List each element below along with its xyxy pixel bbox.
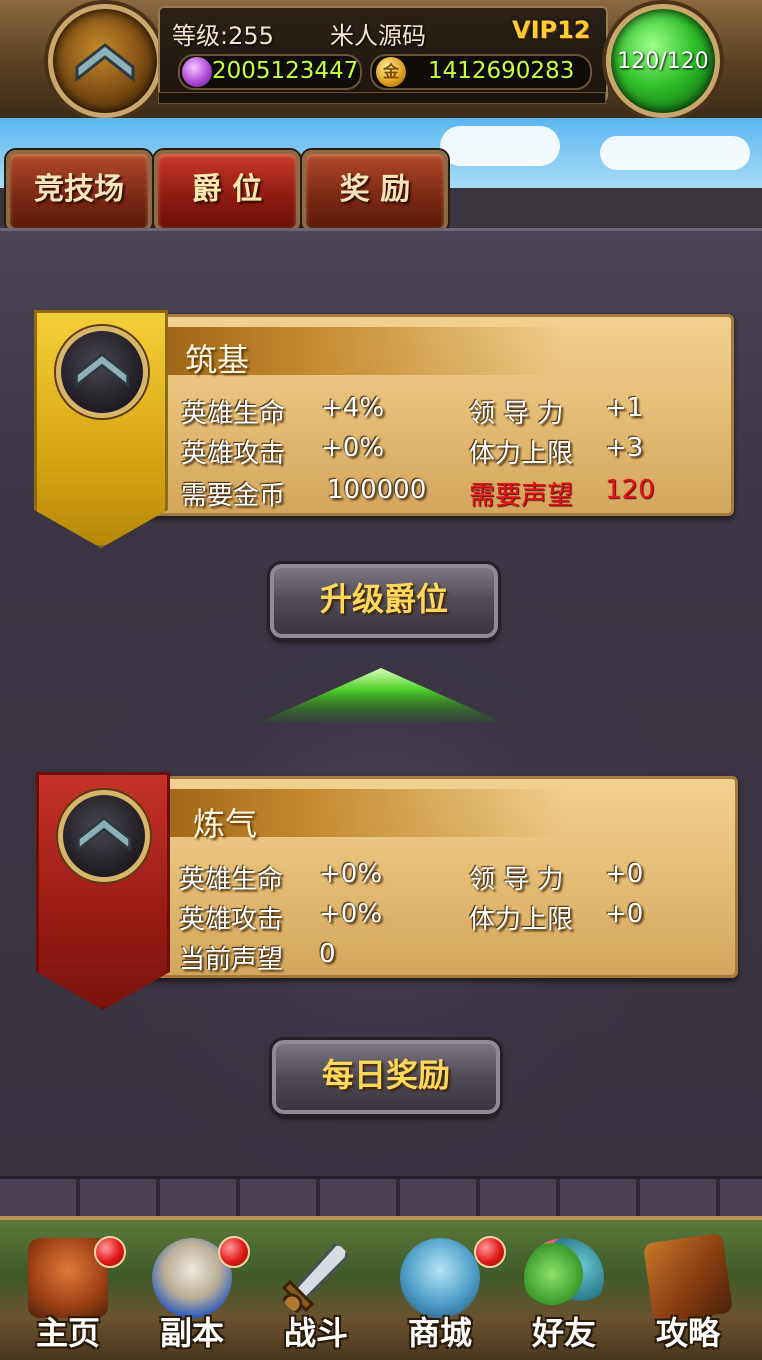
- daily-reward-button[interactable]: 每日奖励: [272, 1040, 500, 1114]
- nav-shop[interactable]: 商城: [378, 1216, 506, 1356]
- rank-chevron-icon: [76, 816, 132, 853]
- nav-label: 攻略: [655, 1314, 720, 1352]
- upgrade-rank-button[interactable]: 升级爵位: [270, 564, 498, 638]
- sword-icon: [281, 1242, 350, 1315]
- nav-label: 商城: [407, 1314, 472, 1352]
- nav-guide[interactable]: 攻略: [626, 1216, 750, 1356]
- notification-badge: [94, 1236, 126, 1268]
- tab-arena[interactable]: 竞技场: [6, 150, 152, 232]
- cloud: [440, 126, 560, 166]
- stat-label: 英雄生命: [179, 865, 284, 895]
- coin-icon: 金: [376, 57, 406, 87]
- current-rank-title: 炼气: [193, 805, 258, 843]
- stat-label: 领 导 力: [469, 865, 564, 895]
- stat-label: 英雄攻击: [179, 905, 284, 935]
- nav-label: 战斗: [283, 1314, 348, 1352]
- stat-label: 英雄攻击: [181, 439, 286, 469]
- stamina-value: 120/120: [617, 49, 709, 74]
- stat-label: 体力上限: [469, 905, 574, 935]
- stat-value: +1: [605, 393, 644, 423]
- notification-badge: [218, 1236, 250, 1268]
- experience-bar: [158, 92, 606, 104]
- rank-chevron-icon: [74, 352, 130, 389]
- stat-label: 当前声望: [179, 945, 284, 975]
- upgrade-arrow-icon: [260, 668, 502, 722]
- next-rank-title: 筑基: [185, 341, 250, 379]
- stat-value: +0%: [321, 433, 385, 463]
- cloud: [600, 136, 750, 170]
- coin-amount: 1412690283: [428, 58, 575, 84]
- nav-friends[interactable]: 好友: [502, 1216, 626, 1356]
- stamina-orb[interactable]: 120/120: [606, 4, 720, 118]
- friends-icon: [524, 1238, 604, 1318]
- player-level: 等级:255: [172, 22, 274, 50]
- stat-label: 需要金币: [181, 481, 286, 511]
- nav-label: 主页: [35, 1314, 100, 1352]
- vip-badge[interactable]: VIP12: [512, 16, 591, 44]
- nav-home[interactable]: 主页: [6, 1216, 130, 1356]
- rank-orb[interactable]: [48, 4, 162, 118]
- nav-dungeon[interactable]: 副本: [130, 1216, 254, 1356]
- rank-chevron-icon: [75, 43, 135, 83]
- tab-rank[interactable]: 爵 位: [154, 150, 300, 232]
- stat-value: +0%: [319, 859, 383, 889]
- required-prestige-label: 需要声望: [469, 481, 574, 511]
- nav-label: 好友: [531, 1314, 596, 1352]
- coin-counter[interactable]: 金 1412690283: [370, 54, 592, 90]
- stat-label: 英雄生命: [181, 399, 286, 429]
- stat-value: 0: [319, 939, 336, 969]
- gem-amount: 2005123447: [212, 58, 359, 84]
- stat-value: 100000: [327, 475, 427, 505]
- stat-label: 领 导 力: [469, 399, 564, 429]
- rank-emblem: [58, 790, 150, 882]
- player-info-panel: 等级:255 米人源码 VIP12 2005123447 金 141269028…: [158, 6, 608, 102]
- nav-battle[interactable]: 战斗: [254, 1216, 378, 1356]
- tab-reward[interactable]: 奖 励: [302, 150, 448, 232]
- monster-icon: [400, 1238, 480, 1318]
- stat-value: +3: [605, 433, 644, 463]
- gem-icon: [182, 57, 212, 87]
- required-prestige-value: 120: [605, 475, 655, 505]
- stat-label: 体力上限: [469, 439, 574, 469]
- next-rank-card: 筑基 英雄生命 +4% 英雄攻击 +0% 需要金币 100000 领 导 力 +…: [140, 314, 734, 516]
- gem-counter[interactable]: 2005123447: [178, 54, 362, 90]
- stat-value: +0: [605, 859, 644, 889]
- current-rank-card: 炼气 英雄生命 +0% 英雄攻击 +0% 当前声望 0 领 导 力 +0 体力上…: [140, 776, 738, 978]
- nav-label: 副本: [159, 1314, 224, 1352]
- stat-value: +0: [605, 899, 644, 929]
- rank-emblem: [56, 326, 148, 418]
- stat-value: +4%: [321, 393, 385, 423]
- stat-value: +0%: [319, 899, 383, 929]
- player-name: 米人源码: [330, 22, 426, 50]
